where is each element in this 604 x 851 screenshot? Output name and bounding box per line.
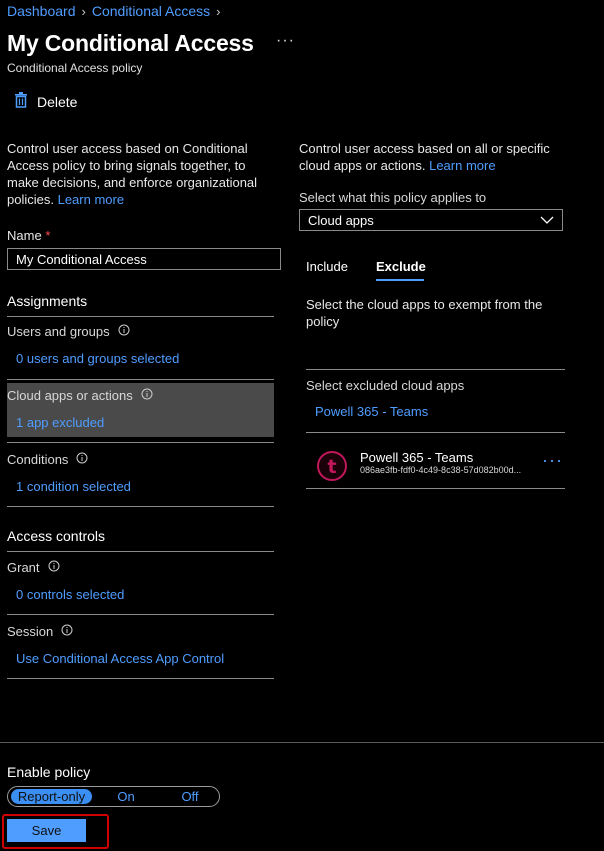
app-id: 086ae3fb-fdf0-4c49-8c38-57d082b00d...: [360, 465, 522, 475]
app-logo: t: [316, 450, 348, 485]
save-button[interactable]: Save: [7, 819, 86, 842]
breadcrumb-conditional-access[interactable]: Conditional Access: [92, 3, 210, 19]
more-options-icon[interactable]: ···: [276, 32, 295, 50]
footer-divider: [0, 742, 604, 743]
tab-include[interactable]: Include: [306, 259, 348, 274]
delete-label: Delete: [37, 93, 78, 110]
right-intro: Control user access based on all or spec…: [299, 140, 569, 174]
access-controls-heading: Access controls: [7, 528, 106, 544]
trash-icon: [14, 92, 28, 111]
left-intro-text: Control user access based on Conditional…: [7, 141, 258, 207]
divider: [7, 379, 274, 380]
page-title: My Conditional Access: [7, 30, 254, 56]
excluded-apps-label: Select excluded cloud apps: [306, 378, 465, 393]
delete-button[interactable]: Delete: [14, 92, 77, 111]
users-and-groups-label-text: Users and groups: [7, 324, 110, 339]
session-label: Session: [7, 624, 73, 639]
cloud-apps-label-text: Cloud apps or actions: [7, 388, 133, 403]
info-icon[interactable]: [61, 624, 73, 639]
app-name: Powell 365 - Teams: [360, 450, 474, 465]
info-icon[interactable]: [118, 324, 130, 339]
enable-policy-label: Enable policy: [7, 764, 91, 780]
svg-text:t: t: [327, 456, 336, 478]
right-intro-text: Control user access based on all or spec…: [299, 141, 550, 173]
chevron-right-icon: ›: [216, 3, 221, 19]
conditions-label: Conditions: [7, 452, 88, 467]
divider: [7, 614, 274, 615]
conditions-label-text: Conditions: [7, 452, 69, 467]
right-learn-more-link[interactable]: Learn more: [429, 158, 495, 173]
left-intro: Control user access based on Conditional…: [7, 140, 269, 208]
page-subtitle: Conditional Access policy: [7, 61, 143, 75]
divider: [306, 488, 565, 489]
applies-to-label: Select what this policy applies to: [299, 190, 487, 205]
divider: [7, 316, 274, 317]
option-on[interactable]: On: [100, 789, 152, 804]
users-and-groups-label: Users and groups: [7, 324, 130, 339]
excluded-apps-link[interactable]: Powell 365 - Teams: [315, 404, 428, 419]
conditions-link[interactable]: 1 condition selected: [16, 479, 131, 494]
divider: [7, 678, 274, 679]
users-and-groups-link[interactable]: 0 users and groups selected: [16, 351, 179, 366]
grant-link[interactable]: 0 controls selected: [16, 587, 124, 602]
divider: [306, 369, 565, 370]
tab-exclude[interactable]: Exclude: [376, 259, 426, 274]
breadcrumb-dashboard[interactable]: Dashboard: [7, 3, 76, 19]
session-link[interactable]: Use Conditional Access App Control: [16, 651, 224, 666]
info-icon[interactable]: [76, 452, 88, 467]
cloud-apps-label: Cloud apps or actions: [7, 388, 153, 403]
required-asterisk: *: [45, 228, 51, 243]
name-label: Name *: [7, 228, 50, 243]
exempt-description: Select the cloud apps to exempt from the…: [306, 297, 543, 329]
session-label-text: Session: [7, 624, 54, 639]
divider: [7, 551, 274, 552]
chevron-right-icon: ›: [81, 3, 86, 19]
applies-to-select[interactable]: Cloud apps: [299, 209, 563, 231]
option-off[interactable]: Off: [164, 789, 216, 804]
divider: [7, 442, 274, 443]
more-options-icon[interactable]: ···: [542, 450, 563, 471]
name-field[interactable]: [7, 248, 281, 270]
option-report-only[interactable]: Report-only: [11, 789, 92, 804]
divider: [7, 506, 274, 507]
info-icon[interactable]: [48, 560, 60, 575]
name-label-text: Name: [7, 228, 42, 243]
excluded-app-row[interactable]: t Powell 365 - Teams 086ae3fb-fdf0-4c49-…: [306, 433, 565, 488]
grant-label-text: Grant: [7, 560, 40, 575]
assignments-heading: Assignments: [7, 293, 88, 309]
breadcrumb: Dashboard › Conditional Access ›: [7, 3, 220, 19]
info-icon[interactable]: [141, 388, 153, 403]
cloud-apps-link[interactable]: 1 app excluded: [16, 415, 104, 430]
active-tab-indicator: [376, 279, 424, 281]
grant-label: Grant: [7, 560, 60, 575]
enable-policy-toggle: Report-only On Off: [7, 786, 220, 807]
chevron-down-icon: [540, 216, 562, 224]
applies-to-value: Cloud apps: [308, 212, 374, 228]
left-learn-more-link[interactable]: Learn more: [58, 192, 124, 207]
